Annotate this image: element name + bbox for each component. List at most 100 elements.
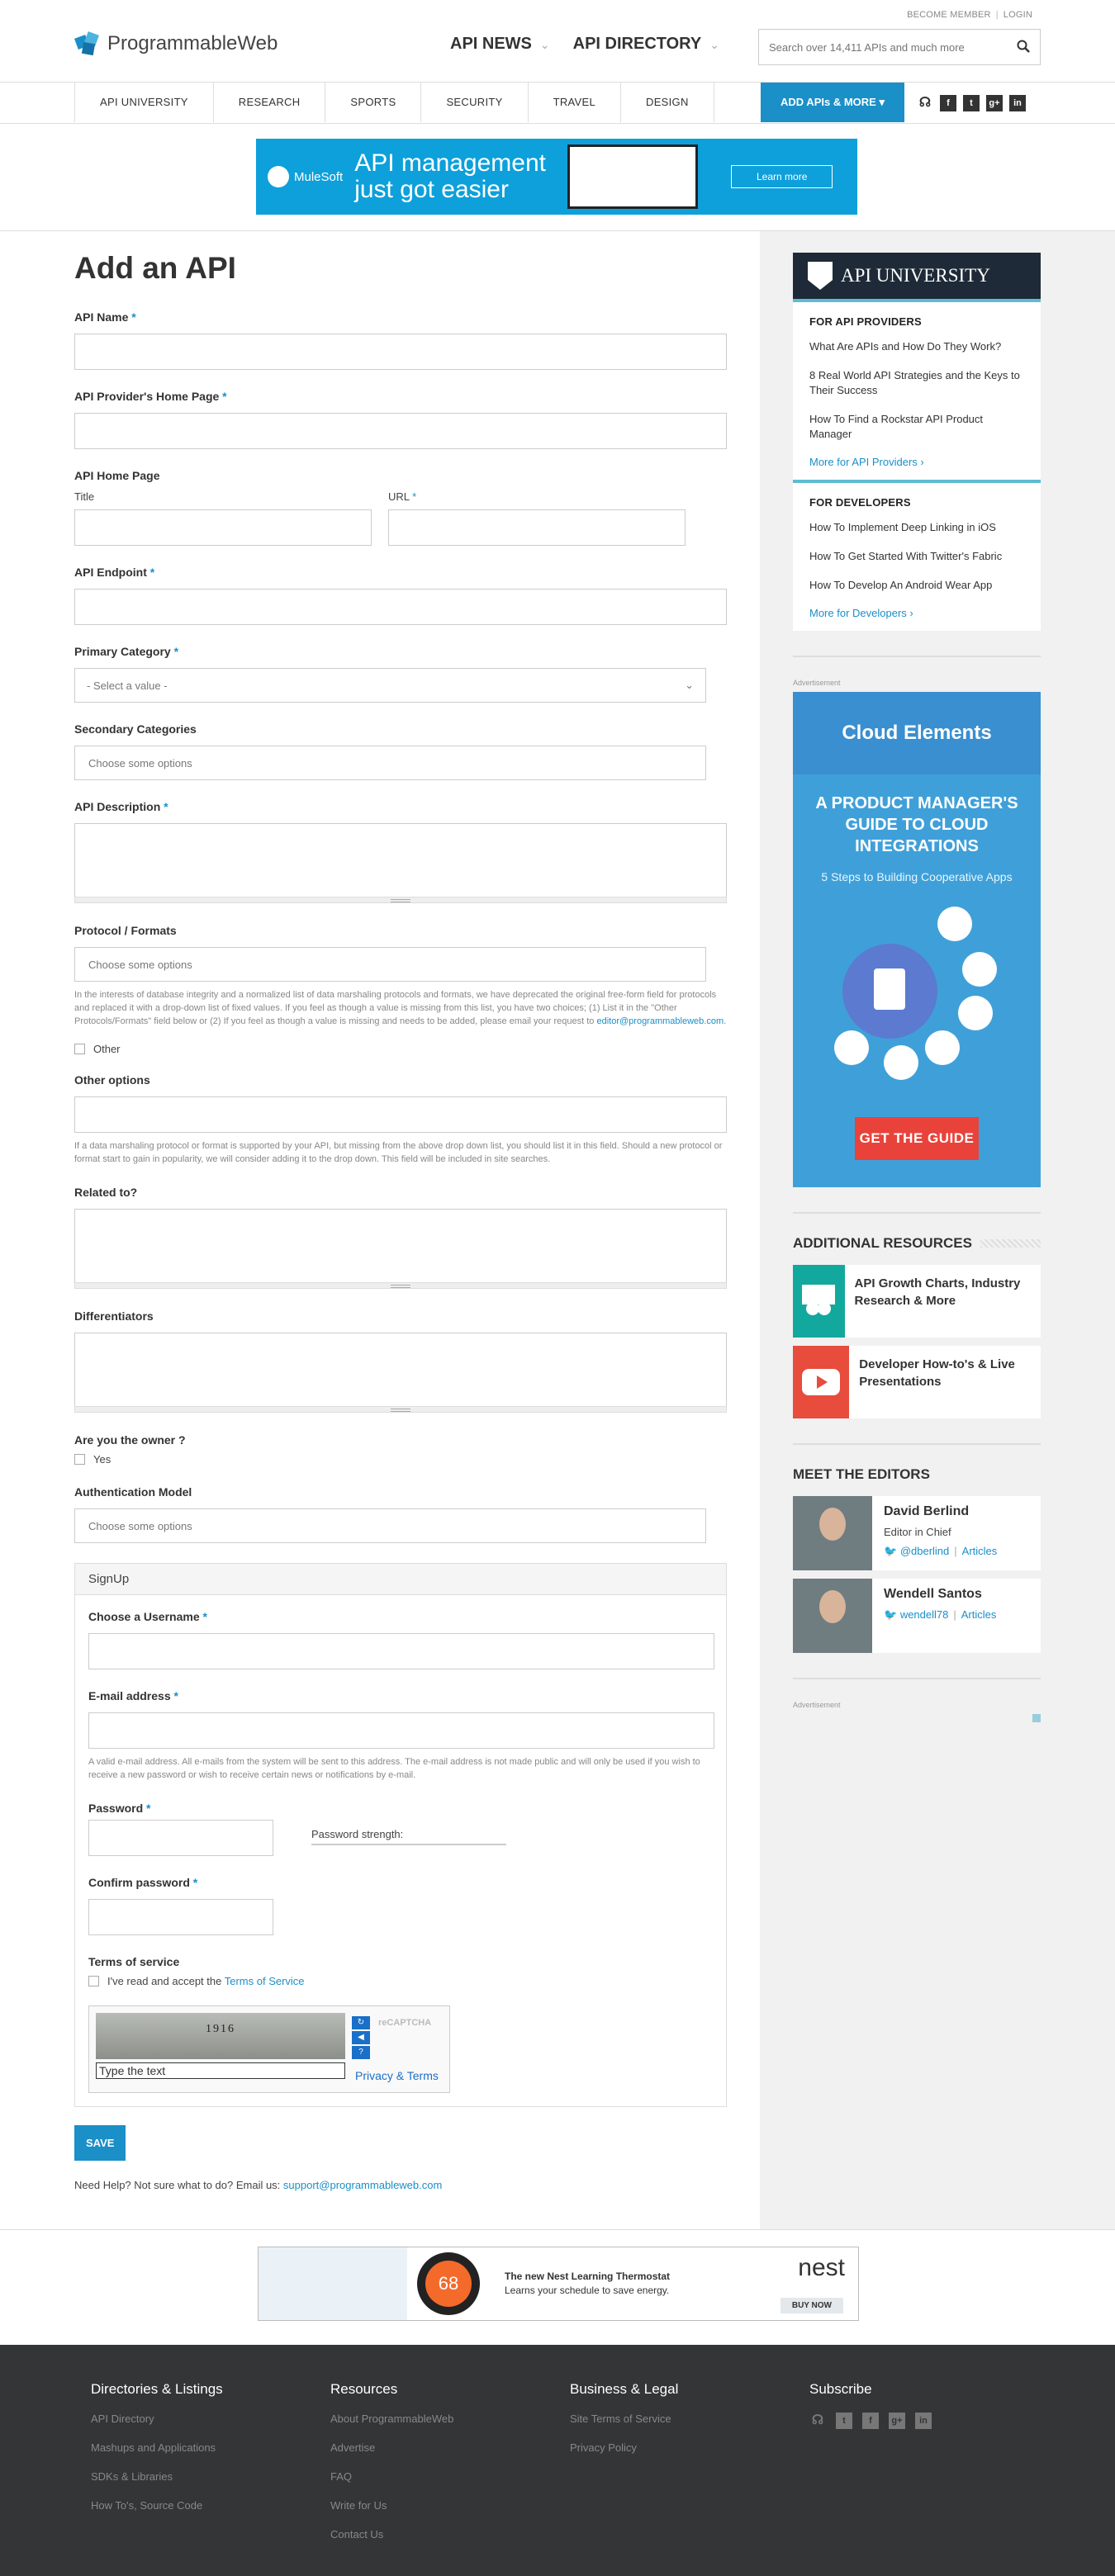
footer-link[interactable]: Mashups and Applications bbox=[91, 2441, 330, 2454]
developer-article-link[interactable]: How To Get Started With Twitter's Fabric bbox=[809, 549, 1024, 564]
api-name-input[interactable] bbox=[74, 334, 727, 370]
ad-learn-more-button[interactable]: Learn more bbox=[731, 165, 833, 188]
confirm-password-input[interactable] bbox=[88, 1899, 273, 1935]
search-input[interactable] bbox=[759, 40, 1007, 54]
bottom-ad-area: 68 The new Nest Learning Thermostat Learn… bbox=[0, 2229, 1115, 2345]
twitter-handle-link[interactable]: @dberlind bbox=[900, 1545, 949, 1557]
provider-home-input[interactable] bbox=[74, 413, 727, 449]
more-developers-link[interactable]: More for Developers › bbox=[809, 607, 913, 619]
editor-name[interactable]: David Berlind bbox=[884, 1504, 997, 1519]
resource-card[interactable]: Developer How-to's & Live Presentations bbox=[793, 1346, 1041, 1418]
facebook-icon[interactable]: f bbox=[940, 95, 956, 111]
api-university-header[interactable]: API UNIVERSITY bbox=[793, 253, 1041, 302]
get-guide-button[interactable]: GET THE GUIDE bbox=[855, 1117, 979, 1160]
captcha-privacy-link[interactable]: Privacy & Terms bbox=[355, 2069, 439, 2082]
provider-article-link[interactable]: 8 Real World API Strategies and the Keys… bbox=[809, 368, 1024, 398]
email-input[interactable] bbox=[88, 1712, 714, 1749]
nest-ad[interactable]: 68 The new Nest Learning Thermostat Learn… bbox=[258, 2247, 859, 2321]
subnav-sports[interactable]: SPORTS bbox=[325, 83, 422, 122]
provider-article-link[interactable]: How To Find a Rockstar API Product Manag… bbox=[809, 412, 1024, 442]
cloud-elements-ad[interactable]: Cloud Elements A PRODUCT MANAGER'S GUIDE… bbox=[793, 692, 1041, 1187]
protocol-input[interactable]: Choose some options bbox=[74, 947, 706, 982]
nav-api-news[interactable]: API NEWS ⌄ bbox=[450, 35, 550, 54]
rss-icon[interactable]: ☊ bbox=[917, 95, 933, 111]
facebook-icon[interactable]: f bbox=[862, 2413, 879, 2429]
owner-yes-row[interactable]: Yes bbox=[74, 1453, 727, 1466]
resize-handle[interactable] bbox=[74, 1282, 727, 1289]
subnav-api-university[interactable]: API UNIVERSITY bbox=[75, 83, 214, 122]
terms-checkbox[interactable] bbox=[88, 1976, 99, 1986]
resize-handle[interactable] bbox=[74, 1406, 727, 1413]
save-button[interactable]: SAVE bbox=[74, 2125, 126, 2161]
footer-link[interactable]: Site Terms of Service bbox=[570, 2413, 809, 2425]
home-url-input[interactable] bbox=[388, 509, 686, 546]
other-checkbox-row[interactable]: Other bbox=[74, 1043, 727, 1055]
linkedin-icon[interactable]: in bbox=[1009, 95, 1026, 111]
terms-link[interactable]: Terms of Service bbox=[225, 1975, 305, 1987]
twitter-icon[interactable]: t bbox=[836, 2413, 852, 2429]
twitter-icon[interactable]: t bbox=[963, 95, 980, 111]
twitter-handle-link[interactable]: wendell78 bbox=[900, 1608, 949, 1621]
primary-category-select[interactable]: - Select a value - ⌄ bbox=[74, 668, 706, 703]
developer-article-link[interactable]: How To Develop An Android Wear App bbox=[809, 578, 1024, 593]
editor-name[interactable]: Wendell Santos bbox=[884, 1587, 996, 1602]
terms-row[interactable]: I've read and accept the Terms of Servic… bbox=[88, 1975, 713, 1987]
provider-article-link[interactable]: What Are APIs and How Do They Work? bbox=[809, 339, 1024, 354]
footer-link[interactable]: API Directory bbox=[91, 2413, 330, 2425]
footer-link[interactable]: About ProgrammableWeb bbox=[330, 2413, 570, 2425]
articles-link[interactable]: Articles bbox=[961, 1608, 997, 1621]
resize-handle[interactable] bbox=[74, 897, 727, 903]
refresh-icon[interactable]: ↻ bbox=[352, 2016, 370, 2029]
articles-link[interactable]: Articles bbox=[962, 1545, 998, 1557]
subnav-travel[interactable]: TRAVEL bbox=[529, 83, 622, 122]
logo[interactable]: ProgrammableWeb bbox=[74, 30, 278, 58]
footer-link[interactable]: Privacy Policy bbox=[570, 2441, 809, 2454]
linkedin-icon[interactable]: in bbox=[915, 2413, 932, 2429]
more-providers-link[interactable]: More for API Providers › bbox=[809, 456, 924, 468]
login-link[interactable]: LOGIN bbox=[1004, 10, 1032, 20]
slideshare-icon bbox=[793, 1265, 845, 1338]
audio-icon[interactable]: ◀ bbox=[352, 2031, 370, 2044]
editor-email-link[interactable]: editor@programmableweb.com bbox=[596, 1016, 724, 1026]
footer-link[interactable]: FAQ bbox=[330, 2470, 570, 2483]
related-textarea[interactable] bbox=[74, 1209, 727, 1289]
subnav-design[interactable]: DESIGN bbox=[621, 83, 714, 122]
support-email-link[interactable]: support@programmableweb.com bbox=[283, 2179, 442, 2191]
home-title-input[interactable] bbox=[74, 509, 372, 546]
footer-link[interactable]: Advertise bbox=[330, 2441, 570, 2454]
google-plus-icon[interactable]: g+ bbox=[986, 95, 1003, 111]
password-input[interactable] bbox=[88, 1820, 273, 1856]
buy-now-button[interactable]: BUY NOW bbox=[780, 2298, 843, 2313]
footer-link[interactable]: Contact Us bbox=[330, 2528, 570, 2540]
username-input[interactable] bbox=[88, 1633, 714, 1669]
search-icon[interactable] bbox=[1007, 40, 1040, 55]
footer-link[interactable]: How To's, Source Code bbox=[91, 2499, 330, 2512]
developer-article-link[interactable]: How To Implement Deep Linking in iOS bbox=[809, 520, 1024, 535]
footer-link[interactable]: SDKs & Libraries bbox=[91, 2470, 330, 2483]
other-checkbox[interactable] bbox=[74, 1044, 85, 1054]
resource-card[interactable]: API Growth Charts, Industry Research & M… bbox=[793, 1265, 1041, 1338]
secondary-categories-input[interactable]: Choose some options bbox=[74, 746, 706, 780]
rss-icon[interactable]: ☊ bbox=[809, 2413, 826, 2429]
endpoint-input[interactable] bbox=[74, 589, 727, 625]
differentiators-textarea[interactable] bbox=[74, 1333, 727, 1413]
subnav-security[interactable]: SECURITY bbox=[421, 83, 529, 122]
auth-model-input[interactable]: Choose some options bbox=[74, 1508, 706, 1543]
footer-col-subscribe: Subscribe ☊ t f g+ in bbox=[809, 2381, 1049, 2557]
mulesoft-ad[interactable]: MuleSoft API management just got easier L… bbox=[256, 139, 857, 215]
captcha-input[interactable]: Type the text bbox=[96, 2062, 345, 2079]
sub-nav: API UNIVERSITY RESEARCH SPORTS SECURITY … bbox=[0, 83, 1115, 124]
google-plus-icon[interactable]: g+ bbox=[889, 2413, 905, 2429]
email-label: E-mail address * bbox=[88, 1689, 178, 1702]
description-textarea[interactable] bbox=[74, 823, 727, 903]
subnav-research[interactable]: RESEARCH bbox=[214, 83, 326, 122]
add-apis-button[interactable]: ADD APIs & MORE ▾ bbox=[761, 83, 904, 122]
footer-link[interactable]: Write for Us bbox=[330, 2499, 570, 2512]
other-options-input[interactable] bbox=[74, 1096, 727, 1133]
nav-api-directory[interactable]: API DIRECTORY ⌄ bbox=[573, 35, 719, 54]
help-icon[interactable]: ? bbox=[352, 2046, 370, 2059]
become-member-link[interactable]: BECOME MEMBER bbox=[907, 10, 991, 20]
ad-choices-icon[interactable] bbox=[1032, 1714, 1041, 1722]
owner-yes-checkbox[interactable] bbox=[74, 1454, 85, 1465]
sharepoint-icon bbox=[884, 1045, 918, 1080]
